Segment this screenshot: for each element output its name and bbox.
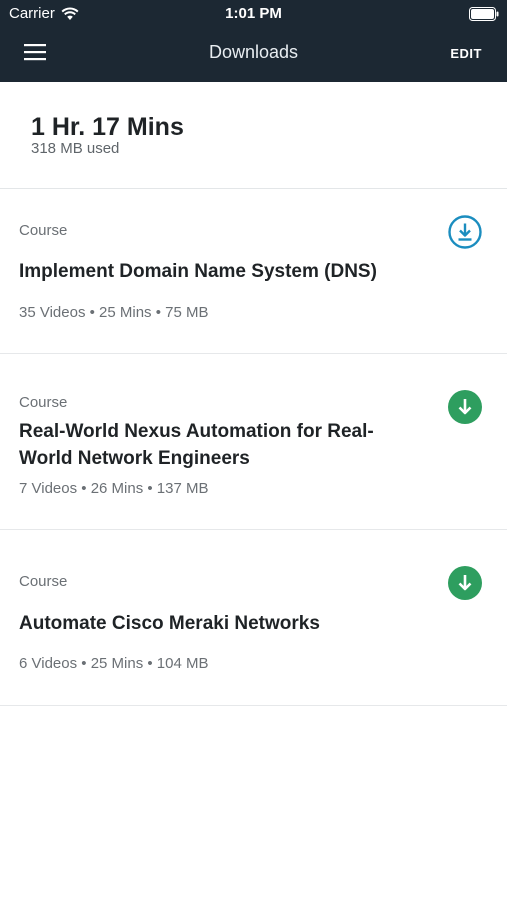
- downloads-summary: 1 Hr. 17 Mins 318 MB used: [0, 82, 507, 189]
- course-type-label: Course: [19, 222, 68, 239]
- course-row[interactable]: Course Implement Domain Name System (DNS…: [0, 189, 507, 354]
- page-title: Downloads: [208, 42, 299, 62]
- download-outline-icon[interactable]: [447, 214, 483, 250]
- downloaded-check-icon[interactable]: [447, 389, 483, 425]
- course-row[interactable]: Course Real-World Nexus Automation for R…: [0, 354, 507, 530]
- edit-button[interactable]: EDIT: [450, 46, 482, 61]
- status-bar: Carrier 1:01 PM: [0, 0, 507, 28]
- status-time: 1:01 PM: [225, 5, 282, 22]
- course-meta: 7 Videos • 26 Mins • 137 MB: [19, 480, 209, 497]
- downloaded-check-icon[interactable]: [447, 565, 483, 601]
- total-duration: 1 Hr. 17 Mins: [31, 113, 184, 141]
- course-title: Implement Domain Name System (DNS): [19, 261, 377, 282]
- course-row[interactable]: Course Automate Cisco Meraki Networks 6 …: [0, 530, 507, 706]
- app-header: Carrier 1:01 PM Downloads EDIT: [0, 0, 507, 82]
- course-meta: 6 Videos • 25 Mins • 104 MB: [19, 655, 209, 672]
- nav-bar: Downloads EDIT: [0, 28, 507, 82]
- course-type-label: Course: [19, 394, 68, 411]
- course-title: Automate Cisco Meraki Networks: [19, 613, 320, 634]
- storage-used: 318 MB used: [31, 140, 120, 157]
- downloads-screen: Carrier 1:01 PM Downloads EDIT 1 Hr. 17 …: [0, 0, 507, 900]
- course-meta: 35 Videos • 25 Mins • 75 MB: [19, 304, 209, 321]
- battery-icon: [469, 7, 499, 21]
- course-type-label: Course: [19, 573, 68, 590]
- course-title: Real-World Nexus Automation for Real-Wor…: [19, 421, 374, 469]
